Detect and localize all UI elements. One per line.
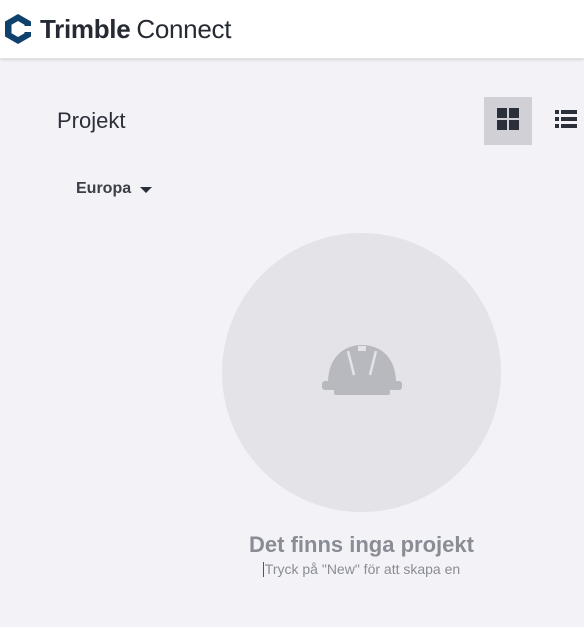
top-bar: Trimble Connect [0,0,584,59]
empty-state-subtitle-text: Tryck på "New" för att skapa en [264,561,461,577]
app-logo[interactable]: Trimble Connect [4,13,231,45]
caret-down-icon [140,186,153,193]
list-view-button[interactable] [548,97,584,145]
empty-state-subtitle: Tryck på "New" för att skapa en [222,561,501,577]
text-cursor [262,562,264,577]
hard-hat-icon [321,343,402,402]
grid-view-icon [497,107,519,135]
brand-name-bold: Trimble [40,13,131,44]
page-title: Projekt [57,108,126,133]
empty-state-illustration [222,233,501,512]
region-dropdown-label: Europa [76,180,132,197]
trimble-connect-logo-icon [4,13,32,45]
list-view-icon [555,109,577,134]
region-dropdown[interactable]: Europa [76,180,153,198]
brand-name: Trimble Connect [40,14,231,45]
empty-state-title: Det finns inga projekt [249,532,474,557]
brand-name-light: Connect [136,13,232,44]
grid-view-button[interactable] [484,97,532,145]
